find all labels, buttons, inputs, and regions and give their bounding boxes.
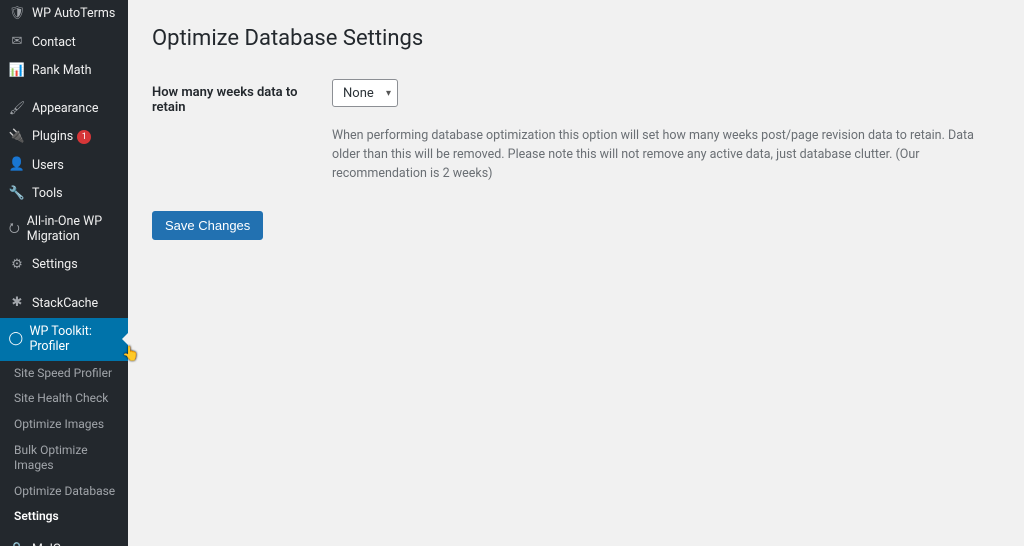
mail-icon: ✉: [8, 34, 26, 50]
sidebar-item-users[interactable]: 👤 Users: [0, 151, 128, 179]
sidebar-item-label: All-in-One WP Migration: [27, 214, 120, 245]
circle-icon: ◯: [8, 331, 23, 347]
shield-icon: 🛡: [8, 6, 26, 22]
user-icon: 👤: [8, 157, 26, 173]
update-badge: 1: [77, 130, 91, 144]
retain-weeks-description: When performing database optimization th…: [332, 127, 1000, 183]
wrench-icon: 🔧: [8, 186, 26, 202]
sidebar-item-wp-toolkit-profiler[interactable]: ◯ WP Toolkit: Profiler: [0, 318, 128, 361]
submenu-bulk-optimize-images[interactable]: Bulk Optimize Images: [0, 438, 128, 479]
plug-icon: 🔌: [8, 129, 26, 145]
main-content: Optimize Database Settings How many week…: [128, 0, 1024, 546]
sidebar-item-tools[interactable]: 🔧 Tools: [0, 180, 128, 208]
admin-sidebar: 🛡 WP AutoTerms ✉ Contact 📊 Rank Math 🖌 A…: [0, 0, 128, 546]
sidebar-item-label: Settings: [32, 257, 78, 273]
submenu-optimize-images[interactable]: Optimize Images: [0, 412, 128, 438]
sidebar-item-appearance[interactable]: 🖌 Appearance: [0, 95, 128, 123]
sidebar-item-label: Rank Math: [32, 63, 92, 79]
sidebar-item-stackcache[interactable]: ✱ StackCache: [0, 289, 128, 317]
sidebar-item-label: WP Toolkit: Profiler: [29, 324, 120, 355]
chart-icon: 📊: [8, 63, 26, 79]
submenu-optimize-database[interactable]: Optimize Database: [0, 479, 128, 505]
submenu-site-health-check[interactable]: Site Health Check: [0, 386, 128, 412]
gear-icon: ✱: [8, 295, 26, 311]
sidebar-item-wp-autoterms[interactable]: 🛡 WP AutoTerms: [0, 0, 128, 28]
retain-weeks-label: How many weeks data to retain: [152, 79, 332, 115]
save-changes-button[interactable]: Save Changes: [152, 211, 263, 240]
lock-icon: 🔒: [8, 542, 26, 546]
retain-weeks-row: How many weeks data to retain None ▾: [152, 79, 1000, 115]
select-value: None: [343, 86, 374, 101]
sliders-icon: ⚙: [8, 257, 26, 273]
sidebar-item-label: MalCare: [32, 542, 78, 546]
hand-cursor-icon: 👆: [122, 346, 139, 362]
submenu-site-speed-profiler[interactable]: Site Speed Profiler: [0, 361, 128, 387]
sidebar-item-malcare[interactable]: 🔒 MalCare: [0, 536, 128, 546]
sidebar-item-settings[interactable]: ⚙ Settings: [0, 251, 128, 279]
sidebar-item-label: Plugins: [32, 129, 73, 145]
chevron-down-icon: ▾: [386, 88, 391, 99]
sidebar-item-label: Contact: [32, 35, 76, 51]
sidebar-item-label: Tools: [32, 186, 63, 202]
sidebar-item-label: Users: [32, 158, 64, 174]
sidebar-item-label: StackCache: [32, 296, 98, 312]
refresh-icon: ⭮: [8, 221, 21, 237]
page-title: Optimize Database Settings: [152, 26, 1000, 51]
sidebar-item-aio-migration[interactable]: ⭮ All-in-One WP Migration: [0, 208, 128, 251]
sidebar-item-label: Appearance: [32, 101, 99, 117]
sidebar-item-plugins[interactable]: 🔌 Plugins 1: [0, 123, 128, 151]
submenu-settings[interactable]: Settings: [0, 504, 128, 530]
sidebar-item-contact[interactable]: ✉ Contact: [0, 28, 128, 56]
retain-weeks-select[interactable]: None ▾: [332, 79, 398, 107]
sidebar-item-label: WP AutoTerms: [32, 6, 115, 22]
sidebar-item-rank-math[interactable]: 📊 Rank Math: [0, 57, 128, 85]
brush-icon: 🖌: [8, 101, 26, 117]
